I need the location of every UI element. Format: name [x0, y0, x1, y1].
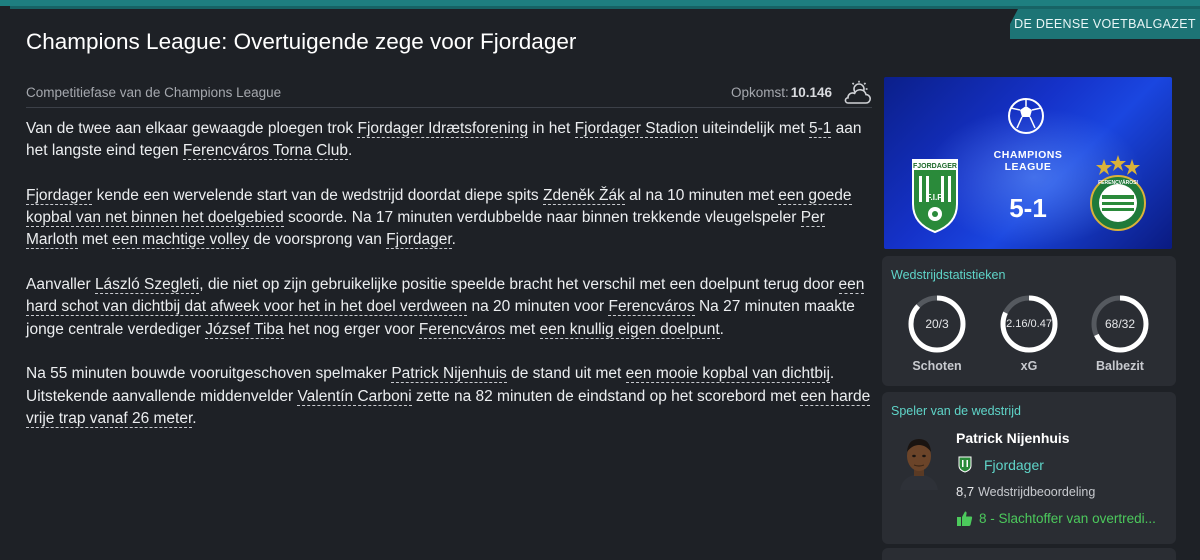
shots-label: Schoten — [912, 359, 962, 373]
score-link[interactable]: 5-1 — [808, 120, 832, 138]
potm-rating-row: 8,7 Wedstrijdbeoordeling — [956, 484, 1095, 499]
player-link[interactable]: Patrick Nijenhuis — [391, 365, 507, 384]
player-link[interactable]: László Szegleti — [94, 276, 200, 295]
away-crest-name: FERENCVÁROSI — [1098, 179, 1138, 186]
article-body: Van de twee aan elkaar gewaagde ploegen … — [26, 118, 876, 452]
xg-ring[interactable]: 2.16/0.47 — [999, 294, 1059, 354]
player-link[interactable]: Zdeněk Žák — [542, 186, 625, 205]
xg-label: xG — [1020, 359, 1038, 373]
potm-award-row[interactable]: 8 - Slachtoffer van overtredi... — [956, 510, 1156, 527]
fjordager-crest-icon: FJORDAGER F.I.F. — [912, 159, 958, 234]
final-score: 5-1 — [1009, 193, 1047, 223]
champions-league-ball-icon — [1008, 98, 1044, 134]
goal-link[interactable]: een machtige volley — [112, 231, 250, 250]
club-link[interactable]: Ferencváros — [418, 320, 506, 339]
player-link[interactable]: Valentín Carboni — [297, 387, 412, 406]
goal-link[interactable]: een knullig eigen doelpunt — [539, 320, 720, 339]
home-crest-initials: F.I.F. — [927, 193, 944, 202]
possession-label: Balbezit — [1096, 359, 1144, 373]
club-link[interactable]: Fjordager — [26, 186, 93, 205]
article-paragraph: Fjordager kende een wervelende start van… — [26, 186, 852, 250]
article-meta-row: Competitiefase van de Champions League O… — [26, 78, 872, 108]
potm-rating-label: Wedstrijdbeoordeling — [978, 485, 1096, 499]
potm-rating-value: 8,7 — [956, 484, 975, 499]
xg-value: 2.16/0.47 — [1006, 318, 1052, 330]
top-accent-underline — [10, 6, 1200, 9]
home-crest-name: FJORDAGER — [913, 163, 957, 170]
potm-title: Speler van de wedstrijd — [891, 404, 1021, 418]
player-of-the-match-card: Speler van de wedstrijd Patrick Nijenhui… — [882, 392, 1176, 544]
attendance-info: Opkomst: 10.146 — [731, 80, 872, 106]
player-avatar[interactable] — [896, 434, 942, 490]
shots-value: 20/3 — [925, 317, 949, 331]
player-link[interactable]: József Tiba — [205, 320, 284, 339]
goal-link[interactable]: een mooie kopbal van dichtbij — [625, 365, 830, 384]
match-stats-card: Wedstrijdstatistieken 20/3 Schoten 2.16/… — [882, 256, 1176, 386]
newspaper-source-tag: DE DEENSE VOETBALGAZET — [1010, 9, 1200, 39]
article-headline: Champions League: Overtuigende zege voor… — [26, 29, 577, 54]
match-score-badge[interactable]: FJORDAGER F.I.F. CHAMPIONS LEAGUE 5-1 FE… — [884, 77, 1172, 249]
competition-label[interactable]: Competitiefase van de Champions League — [26, 85, 281, 100]
club-link[interactable]: Fjordager — [386, 231, 452, 250]
article-paragraph: Na 55 minuten bouwde vooruitgeschoven sp… — [26, 365, 871, 428]
possession-ring[interactable]: 68/32 — [1090, 294, 1150, 354]
club-link[interactable]: Ferencváros Torna Club — [182, 142, 348, 161]
possession-value: 68/32 — [1104, 317, 1136, 331]
shots-ring[interactable]: 20/3 — [907, 294, 967, 354]
next-card-edge — [882, 548, 1176, 560]
thumbs-up-icon — [957, 511, 973, 526]
fjordager-mini-crest-icon — [958, 456, 972, 473]
potm-player-name[interactable]: Patrick Nijenhuis — [956, 430, 1070, 446]
stats-title: Wedstrijdstatistieken — [891, 268, 1006, 282]
ferencvaros-crest-icon: FERENCVÁROSI — [1090, 155, 1146, 231]
attendance-label: Opkomst: — [730, 85, 789, 100]
club-link[interactable]: Fjordager Idrætsforening — [357, 120, 529, 138]
club-link[interactable]: Ferencváros — [608, 298, 695, 317]
stadium-link[interactable]: Fjordager Stadion — [574, 120, 698, 138]
potm-club-row[interactable]: Fjordager — [958, 456, 1044, 473]
article-paragraph: Aanvaller László Szegleti, die niet op z… — [26, 276, 865, 339]
attendance-value: 10.146 — [790, 85, 832, 100]
potm-award-text: 8 - Slachtoffer van overtredi... — [979, 511, 1156, 526]
champions-league-wordmark: CHAMPIONS LEAGUE — [993, 149, 1063, 173]
potm-club-name[interactable]: Fjordager — [984, 457, 1044, 473]
article-paragraph: Van de twee aan elkaar gewaagde ploegen … — [26, 120, 862, 161]
cloud-sun-icon — [844, 80, 871, 104]
